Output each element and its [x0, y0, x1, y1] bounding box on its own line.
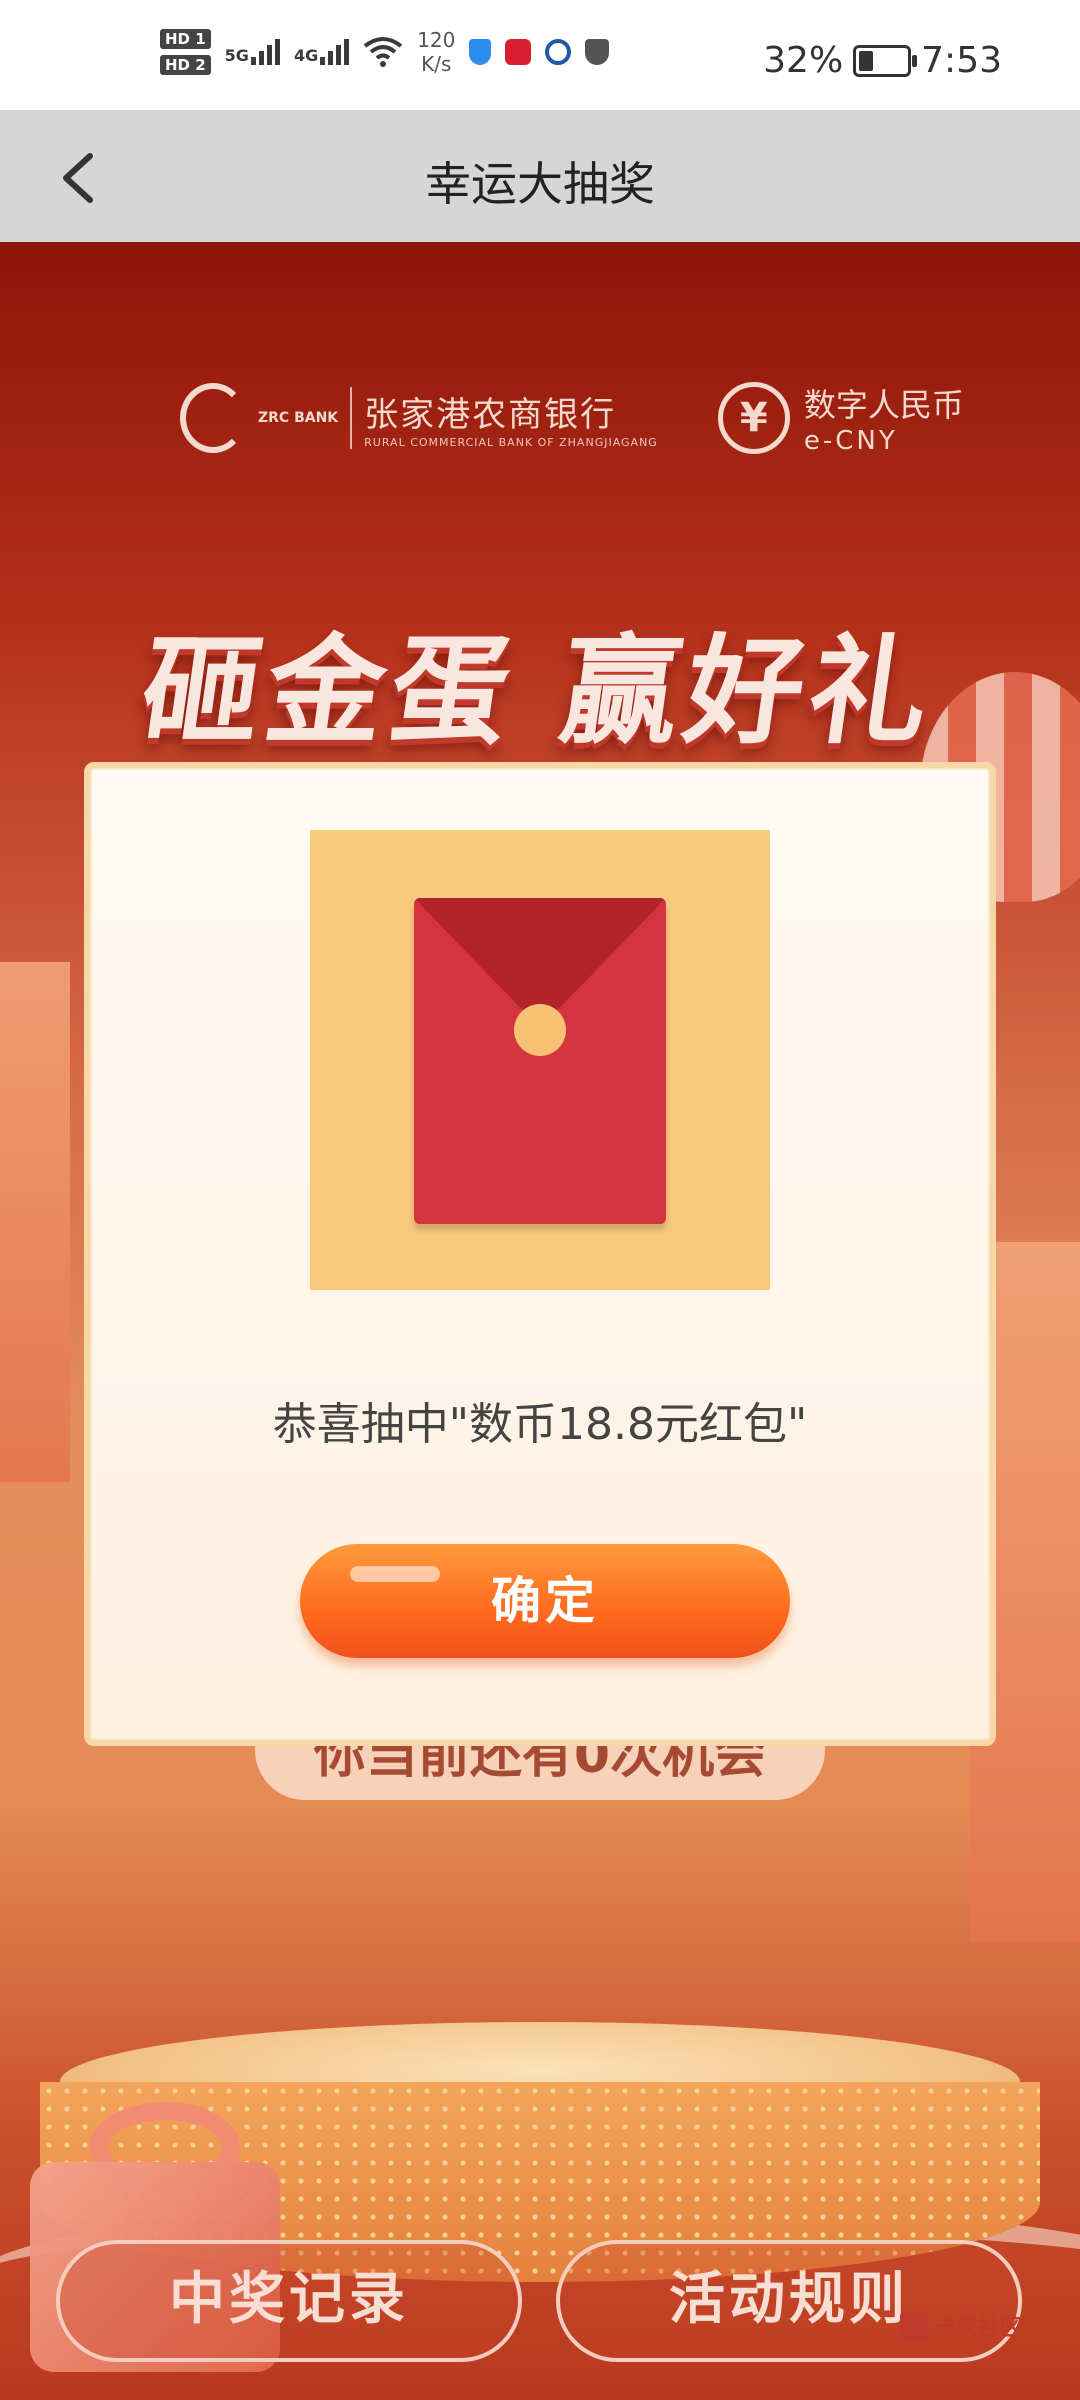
speed-unit: K/s [421, 52, 452, 76]
page-title: 幸运大抽奖 [425, 157, 655, 211]
signal-4g-icon: 4G [293, 39, 350, 65]
activity-rules-button[interactable]: 活动规则 [556, 2240, 1022, 2362]
hd2-badge: HD 2 [160, 55, 211, 75]
ecny-name-cn: 数字人民币 [803, 386, 964, 424]
signal-5g-icon: 5G [225, 39, 280, 65]
building-left-decoration [0, 962, 70, 1482]
prize-message: 恭喜抽中"数币18.8元红包" [272, 1399, 808, 1450]
nav-bar: 幸运大抽奖 [0, 110, 1080, 242]
partner-logos: ZRC BANK 张家港农商银行 RURAL COMMERCIAL BANK O… [180, 380, 964, 456]
clock: 7:53 [921, 40, 1002, 81]
bank-app-icon [505, 39, 532, 65]
watermark-text: 卡农社区 [934, 2316, 1023, 2341]
status-right: 32% 7:53 [763, 40, 1002, 81]
battery-icon [853, 44, 918, 77]
hd1-badge: HD 1 [160, 29, 211, 49]
zrc-bank-logo-icon [180, 383, 246, 453]
button-shine [350, 1566, 440, 1582]
campaign-slogan: 砸金蛋 赢好礼 [133, 622, 944, 760]
watermark: 卡农社区 [900, 2310, 1022, 2342]
wifi-icon [363, 37, 403, 67]
shield-check-icon [585, 39, 610, 65]
shield-blue-icon [469, 39, 492, 65]
prize-image [310, 830, 770, 1290]
battery-percent: 32% [763, 40, 844, 81]
ecny-logo-icon: ¥ [717, 382, 790, 454]
watermark-logo-icon [900, 2312, 928, 2340]
status-bar: HD 1 HD 2 5G 4G 120 K/s 32% 7:53 [0, 0, 1080, 110]
bank-name-en: RURAL COMMERCIAL BANK OF ZHANGJIAGANG [364, 436, 658, 449]
ecny-name-en: e-CNY [803, 426, 898, 456]
prize-dialog: 恭喜抽中"数币18.8元红包" 确定 [84, 762, 996, 1746]
bank-logo-text: ZRC BANK [258, 410, 339, 426]
bank-name-cn: 张家港农商银行 [364, 395, 617, 435]
net2-label: 4G [293, 46, 319, 65]
red-envelope-icon [414, 898, 666, 1224]
network-speed: 120 K/s [417, 28, 455, 76]
net1-label: 5G [224, 46, 249, 65]
confirm-button[interactable]: 确定 [300, 1544, 790, 1658]
prize-records-button[interactable]: 中奖记录 [56, 2240, 522, 2362]
confirm-label: 确定 [491, 1572, 599, 1630]
status-left: HD 1 HD 2 5G 4G 120 K/s [160, 28, 610, 76]
speed-value: 120 [417, 28, 456, 52]
hd-indicators: HD 1 HD 2 [160, 29, 211, 75]
envelope-seal [514, 1004, 566, 1056]
swirl-app-icon [545, 39, 572, 65]
